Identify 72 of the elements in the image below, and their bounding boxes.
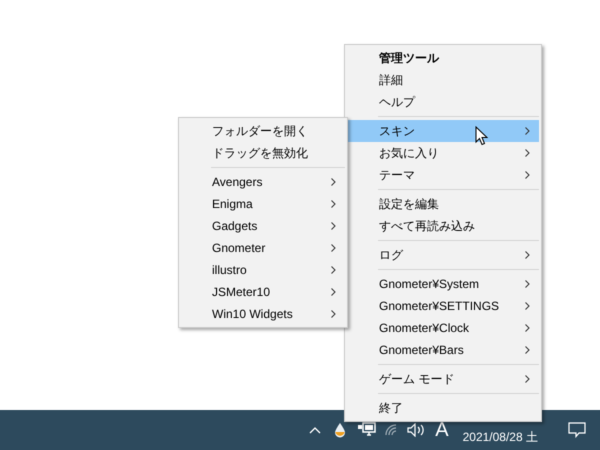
menu-item[interactable]: Gnometer <box>181 237 345 259</box>
menu-item[interactable]: Win10 Widgets <box>181 303 345 325</box>
chevron-right-icon <box>331 310 336 318</box>
chevron-right-icon <box>331 222 336 230</box>
menu-item-label: ゲーム モード <box>379 371 454 388</box>
chevron-right-icon <box>525 149 530 157</box>
menu-item[interactable]: フォルダーを開く <box>181 120 345 142</box>
menu-item[interactable]: Gnometer¥System <box>347 273 539 295</box>
menu-item[interactable]: 管理ツール <box>347 47 539 69</box>
water-drop-icon[interactable] <box>334 422 346 438</box>
chevron-right-icon <box>331 288 336 296</box>
menu-item[interactable]: JSMeter10 <box>181 281 345 303</box>
menu-item-label: JSMeter10 <box>212 284 270 301</box>
chevron-right-icon <box>525 251 530 259</box>
menu-item[interactable]: スキン <box>347 120 539 142</box>
menu-item-label: お気に入り <box>379 145 439 162</box>
chevron-right-icon <box>525 302 530 310</box>
mouse-pointer-icon <box>475 126 488 146</box>
menu-item[interactable]: Gnometer¥Bars <box>347 339 539 361</box>
notification-icon[interactable] <box>568 422 586 438</box>
menu-item-label: ログ <box>379 247 403 264</box>
menu-item[interactable]: Enigma <box>181 193 345 215</box>
menu-item-label: ヘルプ <box>379 94 415 111</box>
menu-item-label: Gadgets <box>212 218 258 235</box>
menu-item[interactable]: illustro <box>181 259 345 281</box>
menu-item-label: 詳細 <box>379 72 403 89</box>
menu-item-label: Gnometer¥System <box>379 276 480 293</box>
menu-item[interactable]: Gnometer¥Clock <box>347 317 539 339</box>
menu-item-label: Avengers <box>212 174 262 191</box>
menu-item-label: 管理ツール <box>379 50 439 67</box>
menu-item-label: すべて再読み込み <box>379 218 475 235</box>
chevron-up-icon[interactable] <box>309 426 322 434</box>
menu-item[interactable]: お気に入り <box>347 142 539 164</box>
chevron-right-icon <box>525 375 530 383</box>
menu-item[interactable]: Avengers <box>181 171 345 193</box>
menu-item[interactable]: すべて再読み込み <box>347 215 539 237</box>
menu-item[interactable]: 設定を編集 <box>347 193 539 215</box>
chevron-right-icon <box>525 280 530 288</box>
menu-item-label: ドラッグを無効化 <box>212 145 308 162</box>
menu-item[interactable]: ログ <box>347 244 539 266</box>
menu-item-label: Gnometer <box>212 240 266 257</box>
chevron-right-icon <box>525 127 530 135</box>
menu-item-label: Enigma <box>212 196 253 213</box>
network-computer-icon[interactable] <box>358 422 376 438</box>
chevron-right-icon <box>331 178 336 186</box>
menu-item[interactable]: ヘルプ <box>347 91 539 113</box>
menu-item[interactable]: Gadgets <box>181 215 345 237</box>
menu-item-label: フォルダーを開く <box>212 123 308 140</box>
menu-item[interactable]: Gnometer¥SETTINGS <box>347 295 539 317</box>
menu-item-label: Win10 Widgets <box>212 306 293 323</box>
chevron-right-icon <box>331 244 336 252</box>
menu-item-label: スキン <box>379 123 415 140</box>
chevron-right-icon <box>525 324 530 332</box>
chevron-right-icon <box>331 266 336 274</box>
menu-item[interactable]: 終了 <box>347 397 539 419</box>
speaker-icon[interactable] <box>407 423 426 437</box>
menu-item[interactable]: ゲーム モード <box>347 368 539 390</box>
chevron-right-icon <box>331 200 336 208</box>
menu-item[interactable]: テーマ <box>347 164 539 186</box>
chevron-right-icon <box>525 346 530 354</box>
menu-item-label: Gnometer¥Clock <box>379 320 470 337</box>
chevron-right-icon <box>525 171 530 179</box>
input-mode-indicator[interactable]: A <box>435 420 449 440</box>
menu-item-label: Gnometer¥Bars <box>379 342 464 359</box>
menu-item-label: illustro <box>212 262 247 279</box>
menu-item-label: テーマ <box>379 167 415 184</box>
menu-item-label: 終了 <box>379 400 403 417</box>
menu-item-label: Gnometer¥SETTINGS <box>379 298 500 315</box>
menu-item[interactable]: ドラッグを無効化 <box>181 142 345 164</box>
date-text[interactable]: 2021/08/28 土 <box>462 428 538 446</box>
menu-item[interactable]: 詳細 <box>347 69 539 91</box>
menu-item-label: 設定を編集 <box>379 196 439 213</box>
